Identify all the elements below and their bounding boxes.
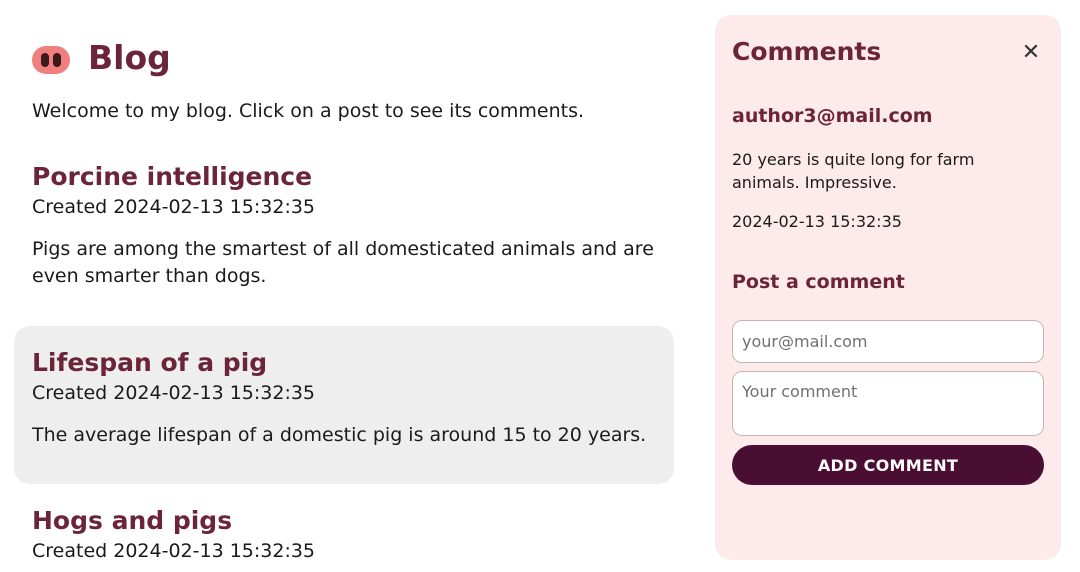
comment-date: 2024-02-13 15:32:35	[732, 212, 902, 231]
post-title: Hogs and pigs	[32, 506, 233, 535]
post-comment-title: Post a comment	[732, 271, 905, 293]
comment-author: author3@mail.com	[732, 105, 933, 127]
post-title: Lifespan of a pig	[32, 348, 268, 377]
intro-text: Welcome to my blog. Click on a post to s…	[32, 100, 585, 122]
pig-snout-icon	[32, 45, 70, 74]
add-comment-button[interactable]: ADD COMMENT	[732, 445, 1044, 485]
close-icon[interactable]: ✕	[1019, 41, 1043, 65]
post-date: Created 2024-02-13 15:32:35	[32, 196, 316, 218]
page-title: Blog	[88, 38, 171, 77]
post-item[interactable]: Hogs and pigs Created 2024-02-13 15:32:3…	[14, 504, 674, 564]
post-date: Created 2024-02-13 15:32:35	[32, 540, 316, 562]
comment-text: 20 years is quite long for farm animals.…	[732, 150, 975, 192]
post-item[interactable]: Porcine intelligence Created 2024-02-13 …	[14, 160, 674, 290]
email-field[interactable]	[732, 320, 1044, 363]
comments-panel: Comments ✕ author3@mail.com 20 years is …	[715, 15, 1061, 560]
post-body: Pigs are among the smartest of all domes…	[32, 238, 654, 287]
comment-field[interactable]	[732, 371, 1044, 436]
post-date: Created 2024-02-13 15:32:35	[32, 382, 316, 404]
blog-main: Blog Welcome to my blog. Click on a post…	[0, 0, 700, 572]
comments-title: Comments	[732, 37, 882, 66]
post-body: The average lifespan of a domestic pig i…	[32, 424, 647, 446]
blog-header: Blog	[32, 38, 171, 77]
post-title: Porcine intelligence	[32, 162, 313, 191]
post-item-selected[interactable]: Lifespan of a pig Created 2024-02-13 15:…	[14, 326, 674, 484]
